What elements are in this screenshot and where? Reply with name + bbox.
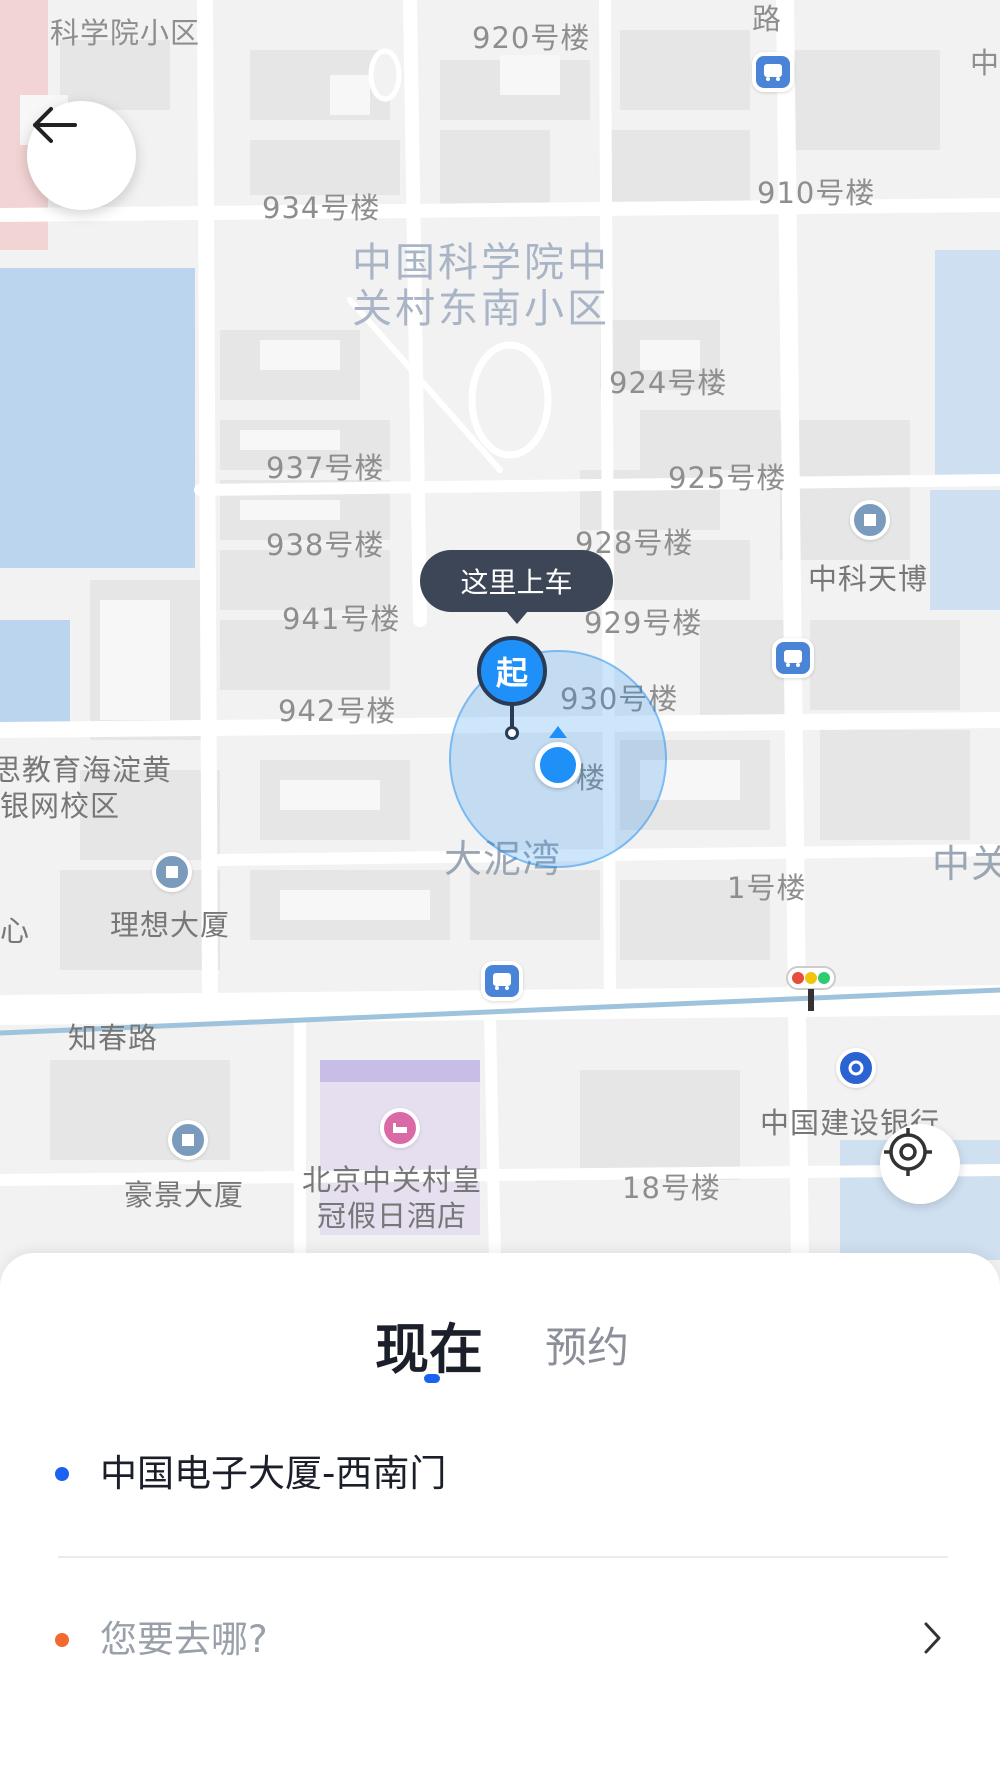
map-label: 1号楼 xyxy=(727,871,807,905)
building-poi-icon[interactable] xyxy=(850,500,890,540)
start-marker-text: 起 xyxy=(495,654,528,692)
bank-icon[interactable] xyxy=(836,1048,876,1088)
map-label: 中 xyxy=(970,46,1000,80)
destination-row[interactable]: 您要去哪? xyxy=(0,1603,1000,1693)
building-poi-icon[interactable] xyxy=(152,852,192,892)
back-arrow-icon xyxy=(33,107,77,143)
divider xyxy=(58,1556,948,1558)
community-label-line: 关村东南小区 xyxy=(352,286,610,332)
map-label: 920号楼 xyxy=(472,21,591,55)
community-label-line: 中国科学院中 xyxy=(352,240,610,286)
hotel-label-line: 北京中关村皇 xyxy=(302,1163,483,1197)
map-label: 942号楼 xyxy=(278,694,397,728)
pickup-location-row[interactable]: 中国电子大厦-西南门 xyxy=(0,1443,1000,1523)
map-label: 910号楼 xyxy=(757,176,876,210)
map-label: 中关 xyxy=(932,842,1000,886)
building-poi-icon[interactable] xyxy=(168,1120,208,1160)
pickup-location-text: 中国电子大厦-西南门 xyxy=(100,1452,447,1495)
map-label: 知春路 xyxy=(68,1021,159,1055)
destination-dot-icon xyxy=(55,1633,69,1647)
map-label: 银网校区 xyxy=(0,789,121,823)
map-label: 929号楼 xyxy=(584,606,703,640)
back-button[interactable] xyxy=(27,101,136,210)
map-view[interactable]: 科学院小区 920号楼 路 中 934号楼 910号楼 924号楼 937号楼 … xyxy=(0,0,1000,1260)
destination-input[interactable]: 您要去哪? xyxy=(100,1609,268,1663)
map-label: 938号楼 xyxy=(266,528,385,562)
current-location-dot xyxy=(535,742,581,788)
hotel-icon[interactable] xyxy=(380,1108,420,1148)
order-panel: 现在 预约 中国电子大厦-西南门 您要去哪? xyxy=(0,1253,1000,1778)
start-marker-point xyxy=(505,726,519,740)
map-label: 937号楼 xyxy=(266,451,385,485)
chevron-right-icon xyxy=(924,1622,941,1654)
map-label: 豪景大厦 xyxy=(124,1178,245,1212)
map-label: 心 xyxy=(0,914,31,948)
pickup-tooltip-text: 这里上车 xyxy=(460,566,573,599)
bus-stop-icon[interactable] xyxy=(481,961,523,1001)
community-label: 中国科学院中 关村东南小区 xyxy=(352,240,610,332)
bus-stop-icon[interactable] xyxy=(772,638,814,678)
map-label: 934号楼 xyxy=(262,191,381,225)
bus-stop-icon[interactable] xyxy=(752,52,794,92)
hotel-label: 北京中关村皇 冠假日酒店 xyxy=(302,1162,482,1234)
pickup-tooltip: 这里上车 xyxy=(420,550,613,624)
map-label: 924号楼 xyxy=(609,366,728,400)
heading-arrow-icon xyxy=(549,726,567,738)
active-tab-indicator xyxy=(424,1374,440,1383)
hotel-label-line: 冠假日酒店 xyxy=(317,1199,468,1233)
tab-now[interactable]: 现在 xyxy=(375,1305,483,1384)
locate-me-button[interactable] xyxy=(880,1124,960,1204)
map-label: 18号楼 xyxy=(622,1171,721,1205)
pickup-dot-icon xyxy=(55,1467,69,1481)
crosshair-icon xyxy=(884,1128,932,1176)
map-label: 理想大厦 xyxy=(110,908,231,942)
tab-reserve[interactable]: 预约 xyxy=(545,1314,629,1375)
map-label: 路 xyxy=(752,2,783,36)
map-label: 941号楼 xyxy=(282,602,401,636)
start-marker-icon[interactable]: 起 xyxy=(477,636,547,706)
map-label: 中科天博 xyxy=(808,562,929,596)
map-label: 科学院小区 xyxy=(50,16,201,50)
map-label: 925号楼 xyxy=(668,461,787,495)
